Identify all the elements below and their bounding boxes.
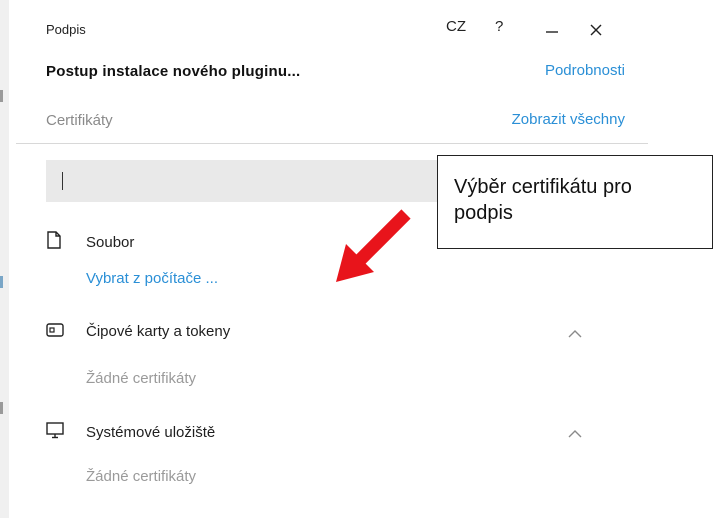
details-link[interactable]: Podrobnosti — [545, 62, 625, 79]
annotation-arrow-icon — [330, 200, 420, 290]
annotation-callout-text: Výběr certifikátu pro podpis — [454, 176, 632, 224]
divider — [16, 143, 648, 144]
smartcard-icon — [46, 322, 64, 343]
language-button[interactable]: CZ — [446, 18, 466, 35]
help-button[interactable]: ? — [495, 18, 503, 35]
choose-from-computer-link[interactable]: Vybrat z počítače ... — [86, 270, 218, 287]
file-icon — [46, 231, 62, 254]
window-title: Podpis — [46, 22, 86, 37]
background-window-edge — [0, 0, 9, 518]
section-title-system: Systémové uložiště — [86, 424, 216, 441]
minimize-button[interactable] — [539, 17, 565, 43]
show-all-link[interactable]: Zobrazit všechny — [512, 111, 625, 128]
collapse-smartcards-button[interactable] — [565, 327, 585, 341]
minimize-icon — [546, 31, 558, 33]
section-title-smartcards: Čipové karty a tokeny — [86, 323, 231, 340]
chevron-up-icon — [568, 430, 582, 438]
close-button[interactable] — [583, 17, 609, 43]
edge-tick — [0, 276, 3, 288]
system-empty-text: Žádné certifikáty — [86, 468, 197, 485]
page-heading: Postup instalace nového pluginu... — [46, 63, 301, 80]
edge-tick — [0, 90, 3, 102]
close-icon — [590, 24, 602, 36]
smartcards-empty-text: Žádné certifikáty — [86, 370, 197, 387]
collapse-system-button[interactable] — [565, 427, 585, 441]
chevron-up-icon — [568, 330, 582, 338]
monitor-icon — [46, 421, 64, 444]
search-input[interactable] — [46, 160, 496, 202]
annotation-callout: Výběr certifikátu pro podpis — [437, 155, 713, 249]
certificates-label: Certifikáty — [46, 112, 113, 129]
text-caret — [62, 172, 63, 190]
edge-tick — [0, 402, 3, 414]
section-title-file: Soubor — [86, 234, 135, 251]
